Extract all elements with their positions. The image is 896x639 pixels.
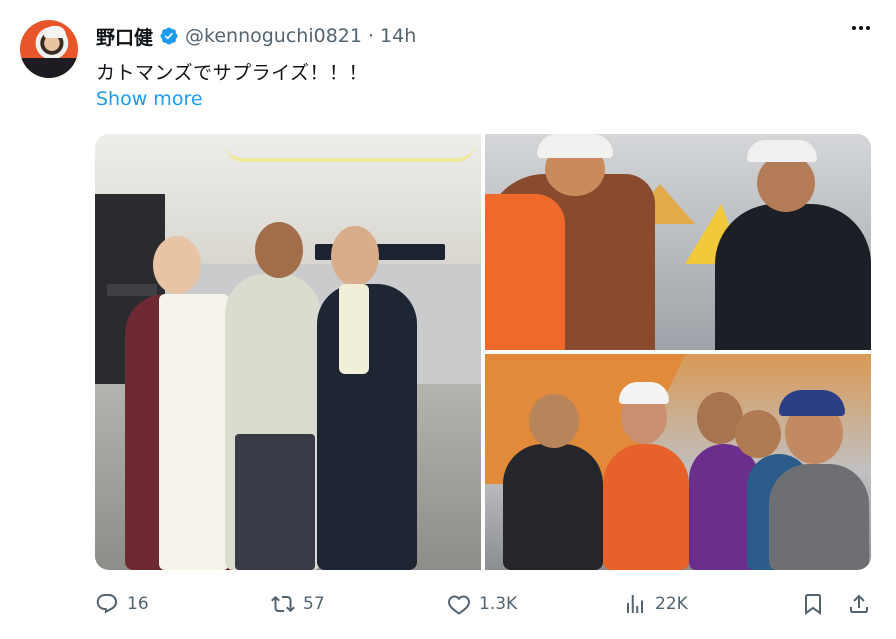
- media-grid: [95, 134, 871, 570]
- photo-everest-handshake[interactable]: [485, 134, 871, 350]
- tweet-text: カトマンズでサプライズ！！！: [96, 62, 369, 84]
- share-icon: [850, 594, 868, 613]
- action-bar: 16 57 1.3K 22K: [95, 590, 871, 620]
- separator-dot: ·: [367, 25, 375, 47]
- author-handle[interactable]: @kennoguchi0821: [185, 25, 362, 47]
- reply-button[interactable]: 16: [95, 592, 149, 616]
- views-button[interactable]: 22K: [623, 592, 688, 616]
- photo-airport-group[interactable]: [95, 134, 481, 570]
- bookmark-icon: [805, 594, 821, 615]
- repost-button[interactable]: 57: [271, 592, 325, 616]
- reply-icon: [96, 594, 118, 614]
- like-count: 1.3K: [479, 594, 518, 614]
- repost-icon: [271, 595, 295, 613]
- bookmark-button[interactable]: [801, 592, 825, 616]
- heart-icon: [448, 595, 470, 615]
- tweet-header: 野口健 @kennoguchi0821 · 14h: [96, 22, 416, 50]
- avatar-jacket: [20, 58, 78, 78]
- share-button[interactable]: [847, 592, 871, 616]
- verified-badge-icon: [160, 27, 178, 45]
- repost-count: 57: [303, 594, 325, 614]
- views-chart-icon: [627, 595, 643, 613]
- more-options-icon[interactable]: [852, 26, 870, 30]
- tweet-timestamp[interactable]: 14h: [380, 25, 416, 47]
- views-count: 22K: [655, 594, 688, 614]
- author-name[interactable]: 野口健: [96, 23, 153, 50]
- photo-basecamp-group[interactable]: [485, 354, 871, 570]
- show-more-link[interactable]: Show more: [96, 88, 203, 110]
- reply-count: 16: [127, 594, 149, 614]
- avatar-helmet: [44, 26, 66, 38]
- author-avatar[interactable]: [20, 20, 78, 78]
- like-button[interactable]: 1.3K: [447, 592, 517, 616]
